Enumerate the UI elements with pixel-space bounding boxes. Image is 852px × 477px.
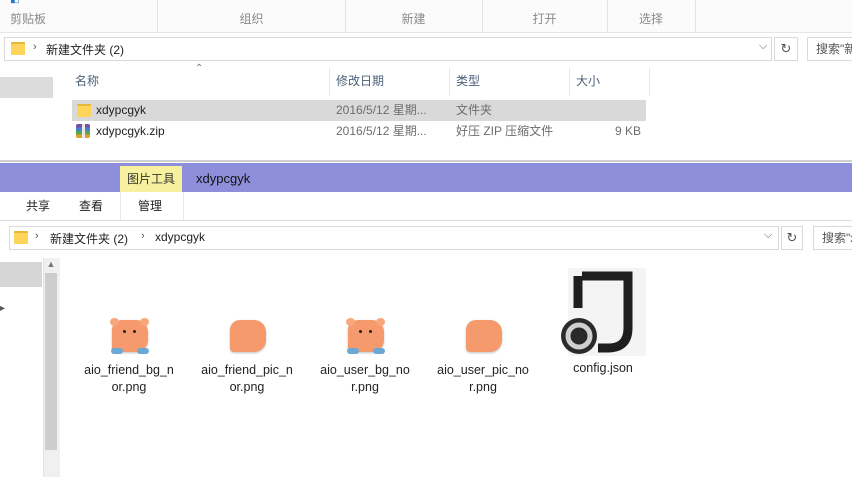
search-input[interactable]: 搜索"x bbox=[813, 226, 852, 250]
scrollbar-thumb[interactable] bbox=[45, 273, 57, 450]
window-title: xdypcgyk bbox=[196, 171, 251, 186]
breadcrumb-item[interactable]: 新建文件夹 (2) bbox=[50, 230, 128, 247]
column-header-date[interactable]: 修改日期 bbox=[336, 68, 384, 94]
group-organize: 组织 bbox=[158, 0, 346, 32]
file-label[interactable]: config.json bbox=[558, 360, 648, 377]
column-header-type[interactable]: 类型 bbox=[456, 68, 480, 94]
nav-pane-selected-item[interactable] bbox=[0, 77, 53, 98]
breadcrumb-item[interactable]: xdypcgyk bbox=[155, 230, 205, 244]
column-header-name[interactable]: 名称 bbox=[75, 68, 99, 94]
chevron-down-icon[interactable]: ⌵ bbox=[764, 229, 772, 242]
ribbon-group-labels: ◧ 剪贴板 组织 新建 打开 选择 bbox=[0, 0, 852, 33]
tab-view[interactable]: 查看 bbox=[79, 192, 103, 220]
group-open: 打开 bbox=[482, 0, 608, 32]
tab-share[interactable]: 共享 bbox=[26, 192, 50, 220]
column-divider[interactable] bbox=[569, 68, 570, 96]
refresh-button[interactable]: ↻ bbox=[774, 37, 798, 61]
refresh-button[interactable]: ↻ bbox=[781, 226, 803, 250]
file-label[interactable]: aio_user_pic_no r.png bbox=[435, 362, 531, 396]
json-file-icon bbox=[558, 268, 648, 358]
folder-icon bbox=[14, 231, 28, 244]
sort-up-icon: ⌃ bbox=[195, 63, 204, 74]
window-edge bbox=[0, 160, 852, 162]
group-clipboard: 剪贴板 bbox=[0, 0, 158, 32]
zip-archive-icon bbox=[76, 124, 90, 138]
file-item[interactable]: aio_user_bg_no r.png bbox=[317, 316, 413, 396]
file-label[interactable]: aio_user_bg_no r.png bbox=[317, 362, 413, 396]
column-divider[interactable] bbox=[449, 68, 450, 96]
pig-bubble-icon bbox=[107, 316, 151, 354]
contextual-tab-group-label: 图片工具 bbox=[120, 166, 182, 193]
column-divider[interactable] bbox=[649, 68, 650, 96]
orange-bubble-icon bbox=[461, 316, 505, 354]
address-bar[interactable]: › 新建文件夹 (2) › xdypcgyk ⌵ bbox=[9, 226, 779, 250]
chevron-right-icon[interactable]: › bbox=[35, 230, 39, 242]
nav-pane-expand-icon[interactable]: ▸ bbox=[0, 303, 5, 314]
file-date: 2016/5/12 星期... bbox=[336, 124, 427, 138]
search-input[interactable]: 搜索"新 bbox=[807, 37, 852, 61]
file-type: 文件夹 bbox=[456, 103, 493, 117]
pig-bubble-icon bbox=[343, 316, 387, 354]
chevron-down-icon[interactable]: ⌵ bbox=[759, 40, 767, 53]
column-header-size[interactable]: 大小 bbox=[576, 68, 600, 94]
scroll-up-icon[interactable]: ▲ bbox=[44, 259, 58, 271]
file-date: 2016/5/12 星期... bbox=[336, 103, 427, 117]
column-divider[interactable] bbox=[329, 68, 330, 96]
address-bar[interactable]: › 新建文件夹 (2) ⌵ bbox=[4, 37, 772, 61]
orange-bubble-icon bbox=[225, 316, 269, 354]
file-label[interactable]: aio_friend_bg_n or.png bbox=[81, 362, 177, 396]
file-name[interactable]: xdypcgyk.zip bbox=[96, 121, 165, 141]
nav-pane-selected-item[interactable] bbox=[0, 262, 42, 287]
file-item[interactable]: aio_user_pic_no r.png bbox=[435, 316, 531, 396]
file-name[interactable]: xdypcgyk bbox=[96, 100, 146, 120]
chevron-right-icon[interactable]: › bbox=[141, 230, 145, 242]
breadcrumb-item[interactable]: 新建文件夹 (2) bbox=[46, 41, 124, 58]
chevron-right-icon[interactable]: › bbox=[33, 41, 37, 53]
file-label[interactable]: aio_friend_pic_n or.png bbox=[199, 362, 295, 396]
group-new: 新建 bbox=[345, 0, 483, 32]
folder-icon bbox=[77, 104, 91, 117]
file-item[interactable]: aio_friend_bg_n or.png bbox=[81, 316, 177, 396]
file-size: 9 KB bbox=[615, 124, 642, 138]
file-type: 好压 ZIP 压缩文件 bbox=[456, 124, 554, 138]
file-item[interactable]: aio_friend_pic_n or.png bbox=[199, 316, 295, 396]
file-item[interactable]: config.json bbox=[558, 268, 648, 377]
tab-manage[interactable]: 管理 bbox=[138, 192, 162, 220]
folder-icon bbox=[11, 42, 25, 55]
group-select: 选择 bbox=[607, 0, 696, 32]
